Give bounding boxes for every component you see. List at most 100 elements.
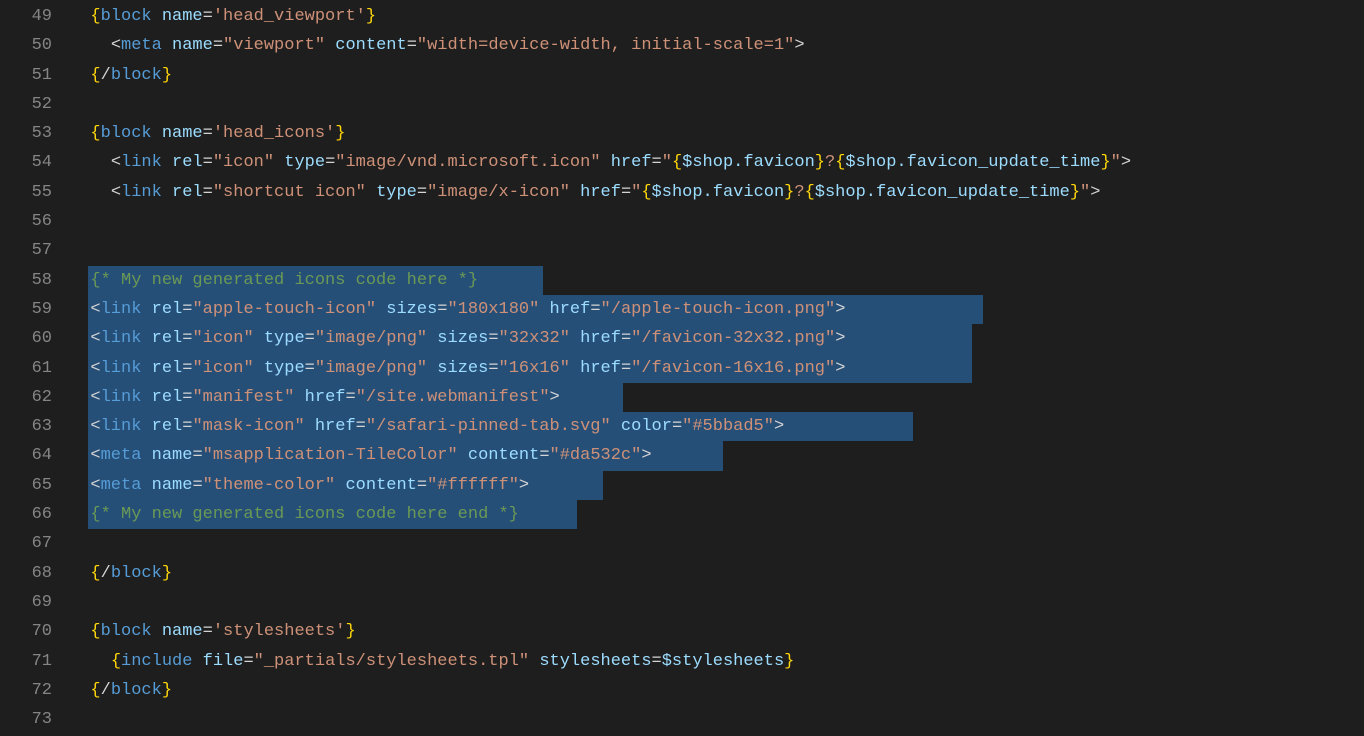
line-number: 65 — [0, 471, 52, 500]
code-line[interactable]: <link rel="shortcut icon" type="image/x-… — [70, 178, 1364, 207]
token: = — [621, 329, 631, 348]
token: } — [162, 681, 172, 700]
token: rel — [152, 388, 183, 407]
code-line[interactable]: <link rel="mask-icon" href="/safari-pinn… — [70, 412, 1364, 441]
token — [162, 153, 172, 172]
token: "msapplication-TileColor" — [203, 446, 458, 465]
token: > — [835, 300, 845, 319]
token: link — [101, 300, 142, 319]
token: "image/x-icon" — [427, 183, 570, 202]
token: > — [519, 476, 529, 495]
token — [427, 359, 437, 378]
token: } — [345, 622, 355, 641]
token: stylesheets — [539, 652, 651, 671]
code-line[interactable]: <meta name="theme-color" content="#fffff… — [70, 471, 1364, 500]
token — [141, 329, 151, 348]
code-line[interactable]: {block name='head_viewport'} — [70, 2, 1364, 31]
token — [376, 300, 386, 319]
token: = — [192, 476, 202, 495]
code-line[interactable]: <link rel="manifest" href="/site.webmani… — [70, 383, 1364, 412]
token: $shop.favicon_update_time — [815, 183, 1070, 202]
line-number: 58 — [0, 266, 52, 295]
token: = — [182, 329, 192, 348]
token: "image/png" — [315, 329, 427, 348]
token: = — [305, 359, 315, 378]
token: rel — [152, 359, 183, 378]
token: href — [580, 183, 621, 202]
code-line[interactable]: <link rel="icon" type="image/png" sizes=… — [70, 324, 1364, 353]
code-line[interactable]: <link rel="apple-touch-icon" sizes="180x… — [70, 295, 1364, 324]
code-line[interactable]: {block name='stylesheets'} — [70, 617, 1364, 646]
token: name — [152, 476, 193, 495]
line-number: 56 — [0, 207, 52, 236]
token — [254, 359, 264, 378]
line-number: 54 — [0, 148, 52, 177]
code-line[interactable]: <meta name="viewport" content="width=dev… — [70, 31, 1364, 60]
code-line[interactable] — [70, 236, 1364, 265]
code-line[interactable]: {/block} — [70, 559, 1364, 588]
token: = — [417, 183, 427, 202]
token: content — [345, 476, 416, 495]
token: href — [580, 329, 621, 348]
code-line[interactable]: {/block} — [70, 676, 1364, 705]
token: type — [264, 359, 305, 378]
token — [141, 359, 151, 378]
token: { — [90, 681, 100, 700]
code-line[interactable]: {* My new generated icons code here *} — [70, 266, 1364, 295]
code-line[interactable]: <meta name="msapplication-TileColor" con… — [70, 441, 1364, 470]
token: name — [162, 622, 203, 641]
token: > — [835, 329, 845, 348]
code-line[interactable]: {block name='head_icons'} — [70, 119, 1364, 148]
token — [254, 329, 264, 348]
line-number: 68 — [0, 559, 52, 588]
code-line[interactable] — [70, 588, 1364, 617]
token: content — [468, 446, 539, 465]
code-line[interactable] — [70, 207, 1364, 236]
token: meta — [101, 476, 142, 495]
code-line[interactable]: {* My new generated icons code here end … — [70, 500, 1364, 529]
token: { — [90, 124, 100, 143]
code-line[interactable]: {include file="_partials/stylesheets.tpl… — [70, 647, 1364, 676]
token: = — [590, 300, 600, 319]
token: < — [90, 329, 100, 348]
token: rel — [172, 183, 203, 202]
token: "manifest" — [192, 388, 294, 407]
token: "32x32" — [499, 329, 570, 348]
token: meta — [121, 36, 162, 55]
code-line[interactable] — [70, 90, 1364, 119]
token: "_partials/stylesheets.tpl" — [254, 652, 529, 671]
code-line[interactable]: {/block} — [70, 61, 1364, 90]
token: = — [356, 417, 366, 436]
token: = — [182, 300, 192, 319]
token: "/apple-touch-icon.png" — [601, 300, 836, 319]
token: $shop.favicon — [682, 153, 815, 172]
token: color — [621, 417, 672, 436]
token: = — [213, 36, 223, 55]
token: "image/vnd.microsoft.icon" — [335, 153, 600, 172]
token — [570, 359, 580, 378]
line-number: 64 — [0, 441, 52, 470]
token — [325, 36, 335, 55]
token: = — [182, 417, 192, 436]
code-area[interactable]: {block name='head_viewport'} <meta name=… — [70, 2, 1364, 736]
token — [601, 153, 611, 172]
token: "image/png" — [315, 359, 427, 378]
token — [305, 417, 315, 436]
code-editor[interactable]: 4950515253545556575859606162636465666768… — [0, 0, 1364, 736]
code-line[interactable] — [70, 705, 1364, 734]
token: {* My new generated icons code here *} — [90, 271, 478, 290]
token: href — [315, 417, 356, 436]
token: "16x16" — [499, 359, 570, 378]
code-line[interactable]: <link rel="icon" type="image/png" sizes=… — [70, 354, 1364, 383]
line-number: 55 — [0, 178, 52, 207]
token: link — [101, 417, 142, 436]
token: block — [111, 66, 162, 85]
line-number: 67 — [0, 529, 52, 558]
code-line[interactable] — [70, 529, 1364, 558]
code-line[interactable]: <link rel="icon" type="image/vnd.microso… — [70, 148, 1364, 177]
token: link — [101, 359, 142, 378]
line-number: 49 — [0, 2, 52, 31]
token: > — [1121, 153, 1131, 172]
token: / — [101, 66, 111, 85]
token — [294, 388, 304, 407]
